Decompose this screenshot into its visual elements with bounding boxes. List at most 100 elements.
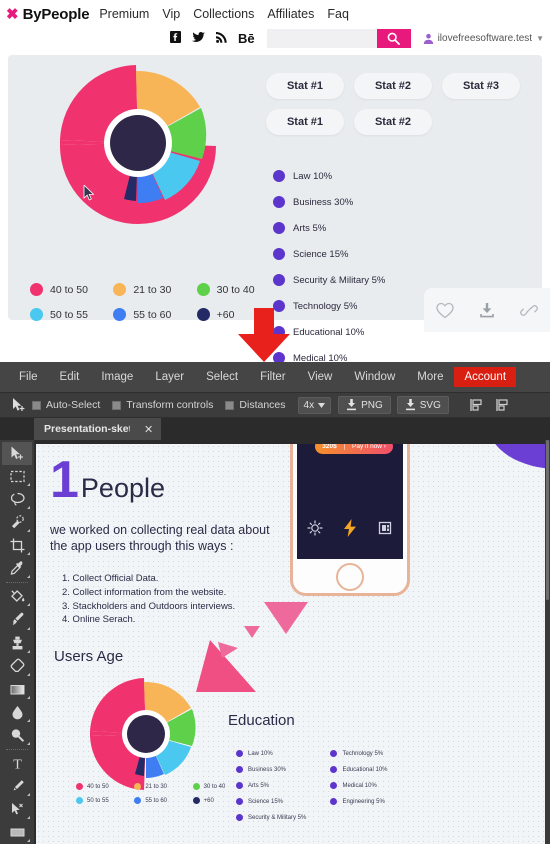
logo-text[interactable]: ByPeople — [23, 6, 90, 23]
nav-item-vip[interactable]: Vip — [162, 7, 180, 21]
menu-account[interactable]: Account — [454, 367, 517, 387]
education-legend-column-left: Law 10% Business 30% Arts 5% Science 15%… — [273, 170, 421, 300]
align-bottom-icon-1[interactable] — [463, 398, 489, 412]
phone-mockup: 320$ Pay it now › — [290, 444, 410, 596]
paint-bucket-tool[interactable] — [2, 585, 32, 608]
eyedropper-tool[interactable] — [2, 557, 32, 580]
social-links: Bē — [169, 31, 255, 45]
search-input[interactable] — [266, 28, 377, 48]
export-svg-button[interactable]: SVG — [396, 396, 449, 414]
behance-icon[interactable]: Bē — [238, 32, 255, 45]
pen-tool[interactable] — [2, 775, 32, 798]
price-label: 320$ — [315, 444, 345, 450]
legend-item: 21 to 30 — [113, 283, 196, 296]
nav-item-faq[interactable]: Faq — [327, 7, 349, 21]
legend-swatch — [236, 782, 243, 789]
nav-item-affiliates[interactable]: Affiliates — [267, 7, 314, 21]
menu-window[interactable]: Window — [343, 367, 406, 387]
legend-label: 21 to 30 — [133, 283, 172, 296]
export-png-button[interactable]: PNG — [338, 396, 391, 414]
legend-label: 50 to 55 — [87, 797, 109, 804]
document-tab[interactable]: Presentation-sketch ✕ — [34, 418, 162, 440]
legend-item: 40 to 50 — [30, 283, 113, 296]
stat-button-2[interactable]: Stat #2 — [354, 73, 432, 99]
copy-link-icon[interactable] — [520, 302, 538, 319]
legend-label: Technology 5% — [293, 300, 358, 312]
nav-item-premium[interactable]: Premium — [99, 7, 149, 21]
stat-button-3[interactable]: Stat #3 — [442, 73, 520, 99]
legend-swatch — [273, 196, 285, 208]
pay-cta-label: Pay it now › — [352, 444, 386, 450]
move-tool-icon[interactable] — [6, 397, 32, 413]
legend-item: 40 to 50 — [76, 783, 134, 790]
stat-button-1[interactable]: Stat #1 — [266, 73, 344, 99]
dodge-tool[interactable] — [2, 724, 32, 747]
stat-button-4[interactable]: Stat #1 — [266, 109, 344, 135]
menu-file[interactable]: File — [8, 367, 49, 387]
move-tool[interactable] — [2, 442, 32, 466]
document-canvas[interactable]: 1 People we worked on collecting real da… — [36, 444, 548, 844]
path-selection-tool[interactable] — [2, 798, 32, 821]
rss-icon[interactable] — [215, 31, 227, 45]
slide-list: 1. Collect Official Data. 2. Collect inf… — [62, 572, 235, 627]
pay-button[interactable]: 320$ Pay it now › — [315, 444, 393, 454]
scale-select[interactable]: 4x — [297, 396, 332, 414]
user-menu[interactable]: ilovefreesoftware.test ▼ — [423, 33, 544, 44]
stat-row: Stat #1 Stat #2 Stat #3 — [266, 73, 536, 99]
scrollbar-thumb[interactable] — [546, 440, 549, 600]
legend-swatch — [134, 783, 142, 790]
checkbox-label: Transform controls — [126, 399, 214, 411]
chevron-down-icon[interactable]: ▼ — [536, 34, 544, 43]
menu-layer[interactable]: Layer — [144, 367, 195, 387]
legend-label: Security & Military 5% — [248, 814, 307, 821]
facebook-icon[interactable] — [169, 31, 181, 45]
shape-tool[interactable] — [2, 821, 32, 844]
main-nav: Premium Vip Collections Affiliates Faq — [99, 7, 349, 21]
search-button[interactable] — [376, 28, 411, 48]
slide-education-legend: Law 10% Business 30% Arts 5% Science 15% — [236, 750, 436, 830]
menu-view[interactable]: View — [297, 367, 344, 387]
legend-label: 30 to 40 — [216, 283, 255, 296]
brightness-icon — [307, 520, 323, 536]
x-logo-icon[interactable]: ✖ — [6, 7, 19, 22]
twitter-icon[interactable] — [191, 31, 205, 45]
nightingale-donut-chart — [60, 65, 216, 224]
download-icon[interactable] — [478, 302, 496, 319]
clone-stamp-tool[interactable] — [2, 632, 32, 655]
marquee-tool[interactable] — [2, 465, 32, 488]
quick-selection-tool[interactable] — [2, 511, 32, 534]
distances-checkbox[interactable]: Distances — [225, 399, 286, 411]
eraser-tool[interactable] — [2, 655, 32, 678]
canvas-vertical-scrollbar[interactable] — [545, 440, 550, 844]
legend-item: Science 15% — [236, 798, 326, 805]
close-icon[interactable]: ✕ — [144, 423, 153, 436]
download-icon — [347, 399, 357, 411]
legend-swatch — [113, 308, 127, 321]
crop-tool[interactable] — [2, 534, 32, 557]
lasso-tool[interactable] — [2, 488, 32, 511]
brush-tool[interactable] — [2, 608, 32, 631]
menu-edit[interactable]: Edit — [49, 367, 91, 387]
favorite-icon[interactable] — [436, 302, 454, 319]
legend-label: Arts 5% — [293, 222, 327, 234]
photoshop-canvas-area[interactable]: 1 People we worked on collecting real da… — [34, 440, 550, 844]
legend-swatch — [330, 750, 338, 757]
legend-label: 30 to 40 — [203, 783, 226, 790]
blur-tool[interactable] — [2, 701, 32, 724]
legend-item: 50 to 55 — [76, 797, 134, 804]
legend-swatch — [192, 797, 200, 804]
transform-controls-checkbox[interactable]: Transform controls — [112, 399, 213, 411]
menu-image[interactable]: Image — [90, 367, 144, 387]
legend-label: Engineering 5% — [342, 798, 385, 805]
menu-filter[interactable]: Filter — [249, 367, 297, 387]
menu-more[interactable]: More — [406, 367, 454, 387]
menu-select[interactable]: Select — [195, 367, 249, 387]
auto-select-checkbox[interactable]: Auto-Select — [32, 399, 100, 411]
type-tool[interactable]: T — [2, 752, 32, 775]
align-bottom-icon-2[interactable] — [489, 398, 515, 412]
nav-item-collections[interactable]: Collections — [193, 7, 254, 21]
legend-item: Medical 10% — [330, 782, 430, 789]
svg-text:T: T — [13, 757, 22, 772]
gradient-tool[interactable] — [2, 678, 32, 701]
stat-button-5[interactable]: Stat #2 — [354, 109, 432, 135]
